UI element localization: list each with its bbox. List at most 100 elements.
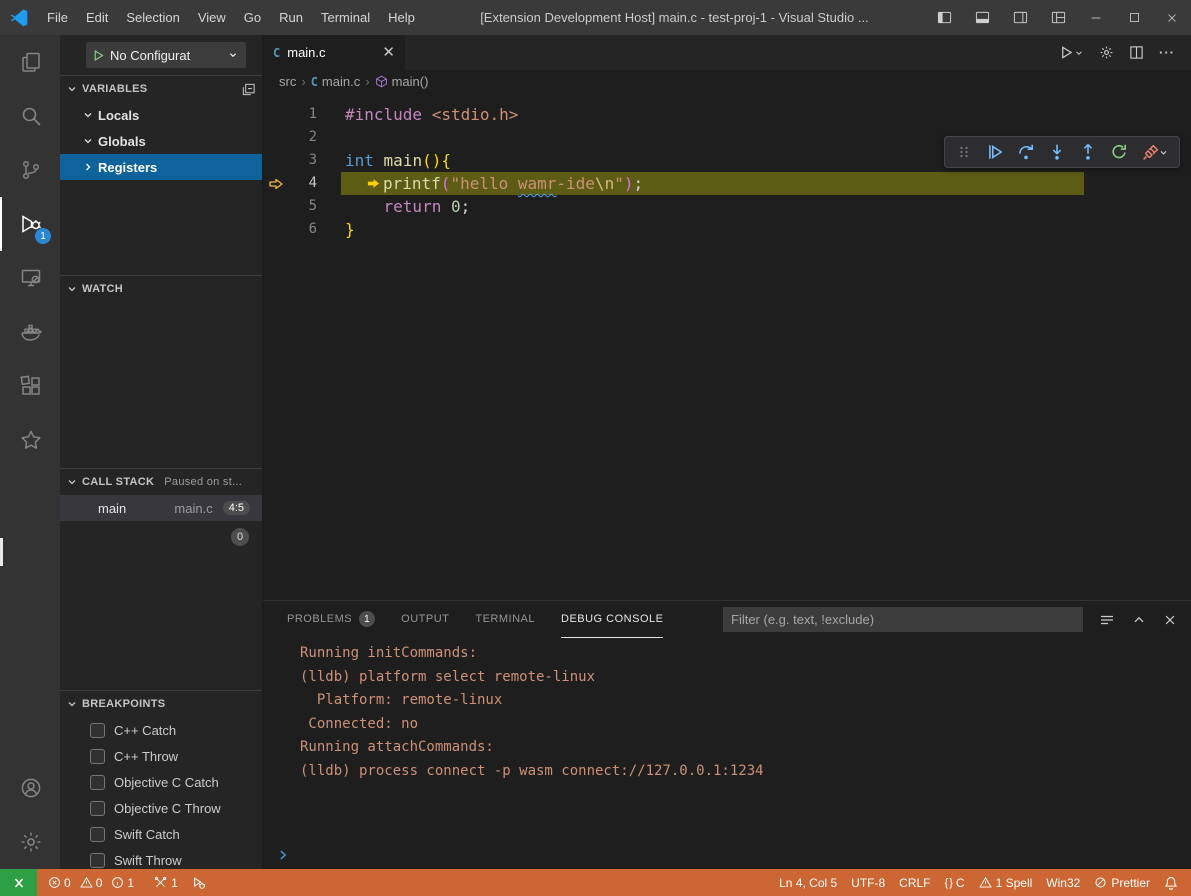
breakpoint-checkbox[interactable] xyxy=(90,749,105,764)
breakpoint-checkbox[interactable] xyxy=(90,801,105,816)
extensions-icon[interactable] xyxy=(0,359,60,413)
console-line: Connected: no xyxy=(300,713,1191,737)
problems-indicator[interactable]: 0 0 1 xyxy=(41,869,147,896)
breadcrumb-folder[interactable]: src xyxy=(279,74,296,89)
output-menu-icon[interactable] xyxy=(1099,612,1115,628)
more-actions-icon[interactable]: ··· xyxy=(1159,45,1175,60)
breadcrumb-symbol[interactable]: main() xyxy=(375,74,429,89)
code-line-5[interactable]: 5 return 0; xyxy=(263,195,1191,218)
accounts-icon[interactable] xyxy=(0,761,60,815)
breakpoint-checkbox[interactable] xyxy=(90,853,105,868)
toolbar-drag-gripper[interactable] xyxy=(953,141,975,163)
menu-run[interactable]: Run xyxy=(270,0,312,35)
run-file-button[interactable] xyxy=(1059,45,1084,60)
remote-indicator[interactable] xyxy=(0,869,37,896)
split-editor-icon[interactable] xyxy=(1129,45,1144,60)
breakpoint-gutter[interactable] xyxy=(263,126,289,149)
debug-console-input[interactable] xyxy=(263,841,1191,869)
menu-terminal[interactable]: Terminal xyxy=(312,0,379,35)
tab-main-c[interactable]: C main.c ✕ xyxy=(263,35,405,70)
restart-button[interactable] xyxy=(1108,141,1130,163)
call-stack-section-header[interactable]: CALL STACK Paused on st... xyxy=(60,469,262,495)
spell-indicator[interactable]: 1 Spell xyxy=(972,869,1040,896)
debug-console-output[interactable]: Running initCommands:(lldb) platform sel… xyxy=(263,638,1191,841)
settings-gear-icon[interactable] xyxy=(0,815,60,869)
close-panel-icon[interactable] xyxy=(1163,613,1177,627)
remote-explorer-icon[interactable] xyxy=(0,251,60,305)
breakpoint-gutter[interactable] xyxy=(263,195,289,218)
platform-indicator[interactable]: Win32 xyxy=(1039,869,1087,896)
disconnect-button[interactable] xyxy=(1139,141,1171,163)
step-into-button[interactable] xyxy=(1046,141,1068,163)
editor-code-area[interactable]: 1#include <stdio.h>23int main(){4printf(… xyxy=(263,93,1191,600)
breakpoint-checkbox[interactable] xyxy=(90,827,105,842)
launch-config-dropdown[interactable]: No Configurat xyxy=(86,42,246,68)
cursor-position-indicator[interactable]: Ln 4, Col 5 xyxy=(772,869,844,896)
encoding-indicator[interactable]: UTF-8 xyxy=(844,869,892,896)
debug-status-indicator[interactable] xyxy=(185,869,213,896)
variables-item-label: Locals xyxy=(98,108,139,123)
breakpoint-gutter[interactable] xyxy=(263,218,289,241)
config-gear-icon[interactable] xyxy=(1099,45,1114,60)
close-button[interactable] xyxy=(1153,0,1191,35)
code-line-6[interactable]: 6} xyxy=(263,218,1191,241)
breakpoints-section-header[interactable]: BREAKPOINTS xyxy=(60,691,262,717)
continue-button[interactable] xyxy=(984,141,1006,163)
maximize-panel-icon[interactable] xyxy=(1132,613,1146,627)
step-out-button[interactable] xyxy=(1077,141,1099,163)
notifications-bell[interactable] xyxy=(1157,869,1185,896)
breakpoint-gutter[interactable] xyxy=(263,149,289,172)
watch-section-header[interactable]: WATCH xyxy=(60,276,262,302)
layout-panel-icon[interactable] xyxy=(963,0,1001,35)
code-line-4[interactable]: 4printf("hello wamr-ide\n"); xyxy=(263,172,1191,195)
menu-file[interactable]: File xyxy=(38,0,77,35)
menu-go[interactable]: Go xyxy=(235,0,270,35)
menu-help[interactable]: Help xyxy=(379,0,424,35)
breakpoint-row-c-throw[interactable]: C++ Throw xyxy=(60,743,262,769)
minimize-button[interactable] xyxy=(1077,0,1115,35)
panel-tab-output[interactable]: OUTPUT xyxy=(401,601,449,638)
formatter-indicator[interactable]: Prettier xyxy=(1087,869,1157,896)
console-filter-input[interactable] xyxy=(723,607,1083,632)
current-frame-arrow-icon[interactable] xyxy=(263,172,289,195)
variables-item-registers[interactable]: Registers xyxy=(60,154,262,180)
docker-icon[interactable] xyxy=(0,305,60,359)
start-debugging-icon[interactable] xyxy=(92,49,105,62)
variables-item-locals[interactable]: Locals xyxy=(60,102,262,128)
panel-tab-problems[interactable]: PROBLEMS1 xyxy=(287,601,375,638)
eol-indicator[interactable]: CRLF xyxy=(892,869,937,896)
tab-close-icon[interactable]: ✕ xyxy=(382,45,395,60)
layout-secondary-sidebar-icon[interactable] xyxy=(1001,0,1039,35)
explorer-icon[interactable] xyxy=(0,35,60,89)
run-and-debug-icon[interactable]: 1 xyxy=(0,197,60,251)
language-indicator[interactable]: { }C xyxy=(938,869,972,896)
layout-sidebar-icon[interactable] xyxy=(925,0,963,35)
panel-tab-debug-console[interactable]: DEBUG CONSOLE xyxy=(561,601,663,638)
breakpoint-checkbox[interactable] xyxy=(90,723,105,738)
menu-selection[interactable]: Selection xyxy=(117,0,188,35)
code-line-1[interactable]: 1#include <stdio.h> xyxy=(263,103,1191,126)
source-control-icon[interactable] xyxy=(0,143,60,197)
breakpoint-row-swift-catch[interactable]: Swift Catch xyxy=(60,821,262,847)
breakpoint-row-objective-c-throw[interactable]: Objective C Throw xyxy=(60,795,262,821)
layout-customize-icon[interactable] xyxy=(1039,0,1077,35)
variables-section-header[interactable]: VARIABLES xyxy=(60,76,262,102)
tools-indicator[interactable]: 1 xyxy=(147,869,185,896)
breakpoint-row-objective-c-catch[interactable]: Objective C Catch xyxy=(60,769,262,795)
breakpoint-gutter[interactable] xyxy=(263,103,289,126)
breakpoint-label: Objective C Throw xyxy=(114,801,221,816)
menu-edit[interactable]: Edit xyxy=(77,0,117,35)
breadcrumb-file[interactable]: C main.c xyxy=(311,74,361,89)
stack-frame-row[interactable]: main main.c 4:5 xyxy=(60,495,262,521)
search-icon[interactable] xyxy=(0,89,60,143)
variables-item-globals[interactable]: Globals xyxy=(60,128,262,154)
panel-tab-terminal[interactable]: TERMINAL xyxy=(475,601,535,638)
breakpoint-checkbox[interactable] xyxy=(90,775,105,790)
collapse-all-icon[interactable] xyxy=(241,82,256,97)
maximize-button[interactable] xyxy=(1115,0,1153,35)
star-icon[interactable] xyxy=(0,413,60,467)
step-over-button[interactable] xyxy=(1015,141,1037,163)
breakpoint-row-c-catch[interactable]: C++ Catch xyxy=(60,717,262,743)
menu-view[interactable]: View xyxy=(189,0,235,35)
menubar: FileEditSelectionViewGoRunTerminalHelp xyxy=(38,0,424,35)
